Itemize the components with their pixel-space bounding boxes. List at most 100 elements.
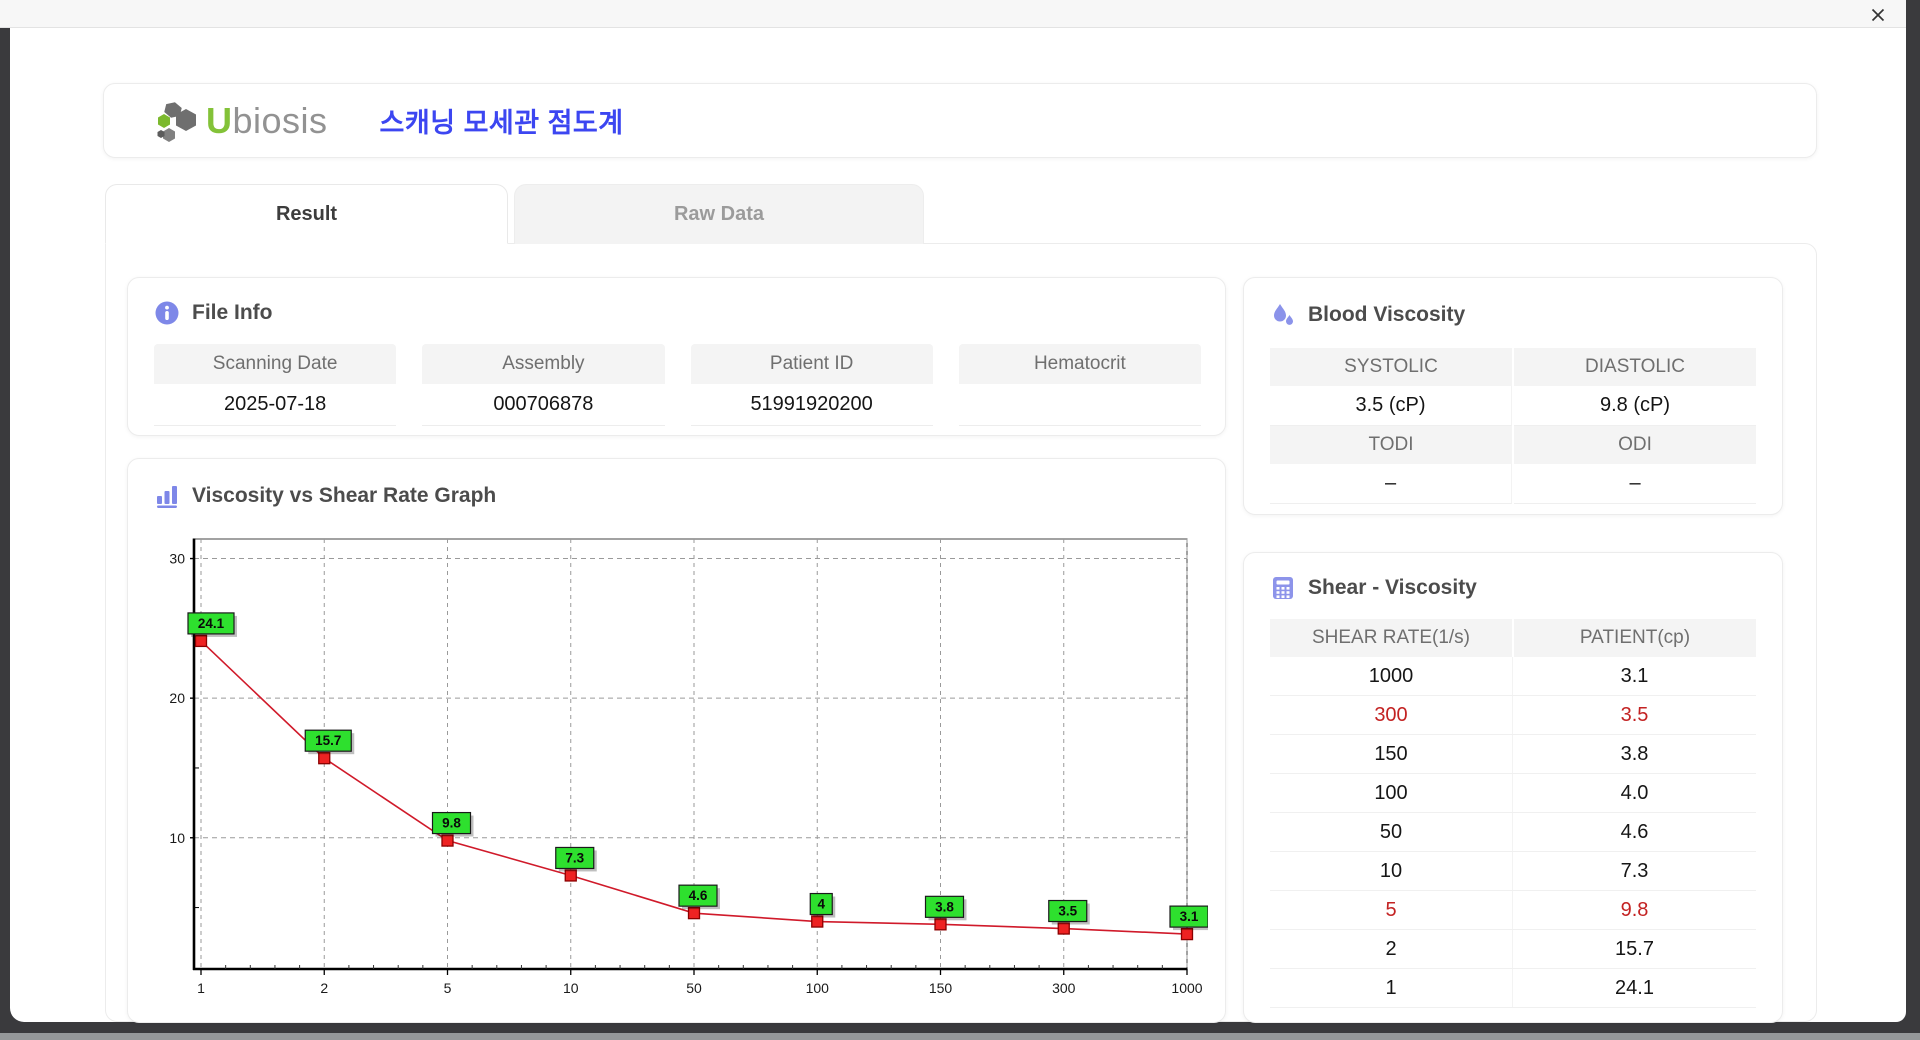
bv-header-todi: TODI: [1270, 426, 1512, 464]
shear-rate-cell: 5: [1270, 891, 1513, 929]
tab-raw-data[interactable]: Raw Data: [514, 184, 924, 244]
field-assembly: Assembly 000706878: [422, 344, 665, 426]
svg-text:4.6: 4.6: [689, 888, 708, 903]
svg-text:2: 2: [320, 980, 328, 996]
bv-value-todi: –: [1270, 464, 1512, 504]
result-panel: File Info Scanning Date 2025-07-18 Assem…: [105, 243, 1817, 1023]
svg-text:7.3: 7.3: [565, 850, 584, 865]
shear-table-header: SHEAR RATE(1/s) PATIENT(cp): [1270, 619, 1756, 657]
svg-text:24.1: 24.1: [198, 616, 225, 631]
svg-text:10: 10: [169, 830, 185, 846]
table-grid-icon: [1273, 577, 1293, 599]
viscosity-chart-svg: 10 20 30 1 2 5 10 50 100 150 300 1000 24.1 15.7 9.8 7.3…: [169, 538, 1211, 996]
shear-viscosity-card: Shear - Viscosity SHEAR RATE(1/s) PATIEN…: [1243, 552, 1783, 1023]
col-shear-rate: SHEAR RATE(1/s): [1270, 619, 1512, 657]
tab-result[interactable]: Result: [105, 184, 508, 244]
app-window: Ubiosis 스캐닝 모세관 점도계 Result Raw Data File…: [10, 28, 1906, 1023]
tab-result-label: Result: [275, 202, 338, 225]
svg-text:4: 4: [817, 897, 825, 912]
shear-rate-cell: 300: [1270, 696, 1513, 734]
shear-rate-cell: 10: [1270, 852, 1513, 890]
blood-viscosity-card: Blood Viscosity SYSTOLIC DIASTOLIC 3.5 (…: [1243, 277, 1783, 515]
svg-text:3.5: 3.5: [1058, 904, 1077, 919]
file-info-card: File Info Scanning Date 2025-07-18 Assem…: [127, 277, 1226, 436]
field-scanning-date: Scanning Date 2025-07-18: [154, 344, 397, 426]
patient-viscosity-cell: 7.3: [1620, 859, 1649, 882]
bv-value-diastolic: 9.8 (cP): [1514, 386, 1756, 426]
logo-rest: biosis: [232, 99, 328, 141]
field-value: 51991920200: [690, 384, 933, 426]
field-value: 000706878: [422, 384, 665, 426]
shear-viscosity-title-row: Shear - Viscosity: [1270, 575, 1756, 601]
field-hematocrit: Hematocrit: [958, 344, 1201, 426]
logo-letter-u: U: [206, 99, 233, 141]
field-value: 2025-07-18: [154, 384, 397, 426]
svg-text:50: 50: [686, 980, 702, 996]
svg-text:15.7: 15.7: [315, 733, 341, 748]
window-titlebar: [0, 0, 1906, 28]
shear-rate-cell: 150: [1270, 735, 1513, 773]
shear-table-row: 10 7.3: [1270, 852, 1756, 891]
shear-rate-cell: 1: [1270, 969, 1513, 1007]
bv-value-odi: –: [1514, 464, 1756, 504]
patient-viscosity-cell: 9.8: [1620, 898, 1649, 921]
close-button[interactable]: [1868, 5, 1888, 25]
blood-viscosity-title-row: Blood Viscosity: [1270, 302, 1756, 328]
shear-table-row: 2 15.7: [1270, 930, 1756, 969]
shear-table-body: 1000 3.1 300 3.5 150 3.8 100 4.0 50 4.6 10 7.3 5 9.8 2…: [1270, 657, 1756, 1008]
file-info-title: File Info: [192, 301, 273, 324]
bv-header-diastolic: DIASTOLIC: [1514, 348, 1756, 386]
patient-viscosity-cell: 24.1: [1615, 976, 1654, 999]
svg-text:3.8: 3.8: [935, 899, 954, 914]
svg-text:30: 30: [169, 551, 185, 567]
svg-text:100: 100: [806, 980, 830, 996]
shear-rate-cell: 2: [1270, 930, 1513, 968]
bar-chart-icon: [157, 486, 177, 508]
svg-text:9.8: 9.8: [442, 816, 461, 831]
app-header: Ubiosis 스캐닝 모세관 점도계: [103, 83, 1817, 158]
info-icon: [155, 301, 179, 325]
field-label: Assembly: [422, 344, 665, 384]
shear-viscosity-table: SHEAR RATE(1/s) PATIENT(cp) 1000 3.1 300 3.…: [1270, 619, 1756, 1008]
shear-table-row: 1 24.1: [1270, 969, 1756, 1008]
blood-viscosity-title: Blood Viscosity: [1308, 303, 1466, 326]
viscosity-chart: 10 20 30 1 2 5 10 50 100 150 300 1000 24.1 15.7 9.8 7.3…: [148, 521, 1211, 1021]
droplets-icon: [1274, 304, 1293, 325]
file-info-fields: Scanning Date 2025-07-18 Assembly 000706…: [154, 344, 1201, 426]
field-label: Patient ID: [690, 344, 933, 384]
shear-rate-cell: 1000: [1270, 657, 1513, 695]
field-label: Scanning Date: [154, 344, 397, 384]
field-patient-id: Patient ID 51991920200: [690, 344, 933, 426]
shear-viscosity-title: Shear - Viscosity: [1308, 576, 1477, 599]
graph-title: Viscosity vs Shear Rate Graph: [192, 484, 497, 507]
shear-table-row: 50 4.6: [1270, 813, 1756, 852]
ubiosis-logo: Ubiosis: [156, 100, 328, 142]
svg-text:1: 1: [197, 980, 205, 996]
logo-text: Ubiosis: [206, 100, 328, 142]
shear-table-row: 300 3.5: [1270, 696, 1756, 735]
svg-text:1000: 1000: [1171, 980, 1202, 996]
shear-rate-cell: 100: [1270, 774, 1513, 812]
patient-viscosity-cell: 15.7: [1615, 937, 1654, 960]
patient-viscosity-cell: 3.5: [1620, 703, 1649, 726]
col-patient: PATIENT(cp): [1514, 619, 1756, 657]
shear-table-row: 1000 3.1: [1270, 657, 1756, 696]
hexagon-cluster-icon: [157, 101, 196, 142]
blood-viscosity-table: SYSTOLIC DIASTOLIC 3.5 (cP) 9.8 (cP) TOD…: [1270, 348, 1756, 504]
svg-text:10: 10: [563, 980, 579, 996]
field-label: Hematocrit: [958, 344, 1201, 384]
svg-text:300: 300: [1052, 980, 1076, 996]
shear-table-row: 150 3.8: [1270, 735, 1756, 774]
patient-viscosity-cell: 3.1: [1620, 664, 1649, 687]
bv-header-odi: ODI: [1514, 426, 1756, 464]
close-icon: [1871, 8, 1885, 22]
svg-text:150: 150: [929, 980, 953, 996]
shear-table-row: 5 9.8: [1270, 891, 1756, 930]
svg-text:20: 20: [169, 690, 185, 706]
field-value: [958, 384, 1201, 426]
bv-value-systolic: 3.5 (cP): [1270, 386, 1512, 426]
bv-header-systolic: SYSTOLIC: [1270, 348, 1512, 386]
viscosity-graph-card: Viscosity vs Shear Rate Graph 10 20 30 1 2 5 1…: [127, 458, 1226, 1023]
patient-viscosity-cell: 4.0: [1620, 781, 1649, 804]
bottom-edge-bar: [0, 1033, 1920, 1040]
